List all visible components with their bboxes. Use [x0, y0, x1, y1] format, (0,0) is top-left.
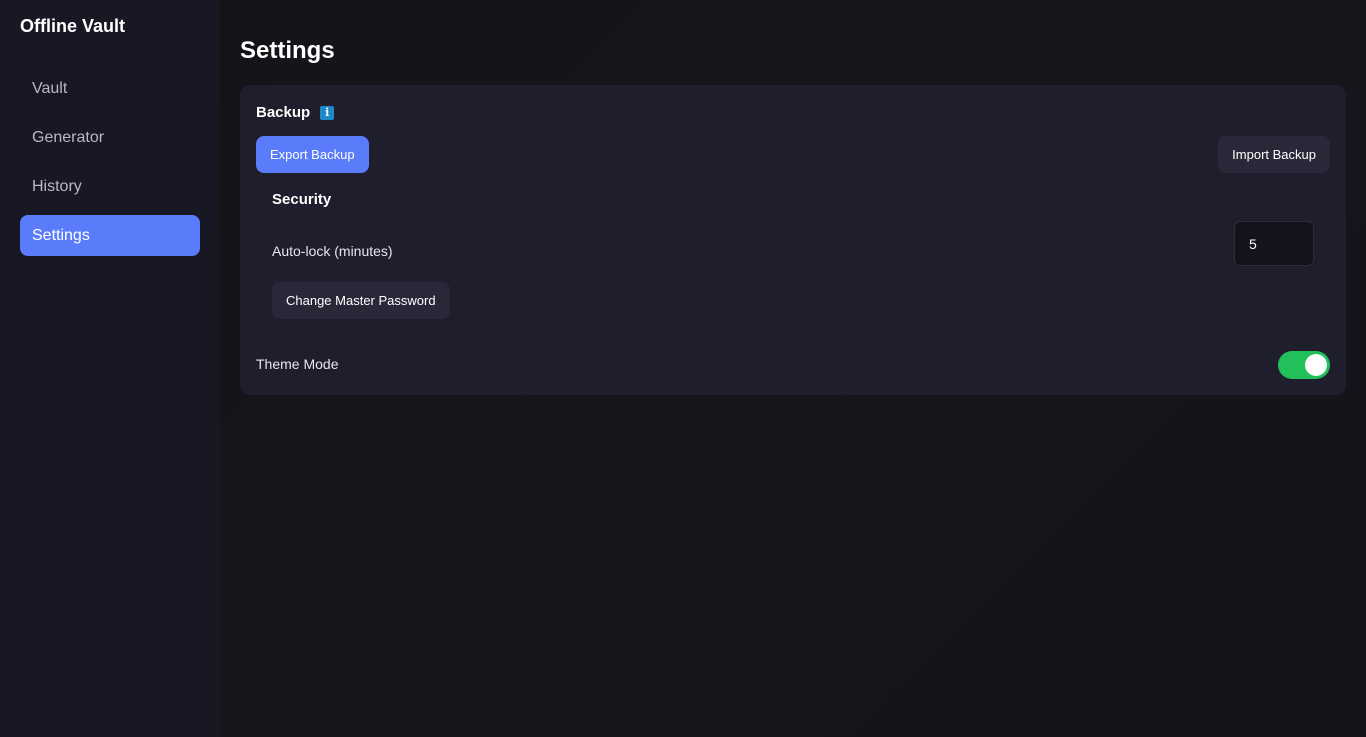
info-icon[interactable]: i	[320, 105, 335, 120]
toggle-knob	[1305, 354, 1327, 376]
sidebar-item-vault[interactable]: Vault	[20, 68, 200, 109]
settings-card: Backup i Export Backup Import Backup Sec…	[240, 85, 1346, 395]
security-title: Security	[272, 191, 332, 208]
autolock-minutes-input[interactable]	[1234, 221, 1314, 266]
theme-mode-toggle[interactable]	[1278, 351, 1330, 379]
change-master-password-button[interactable]: Change Master Password	[272, 282, 450, 319]
theme-mode-label: Theme Mode	[256, 356, 339, 372]
import-backup-button[interactable]: Import Backup	[1218, 136, 1330, 173]
page-title: Settings	[240, 37, 335, 64]
app-window: Offline Vault Vault Generator History Se…	[0, 0, 1366, 737]
sidebar: Offline Vault Vault Generator History Se…	[0, 0, 220, 737]
main-content: Settings Backup i Export Backup Import B…	[220, 0, 1366, 737]
sidebar-item-settings[interactable]: Settings	[20, 215, 200, 256]
sidebar-nav: Vault Generator History Settings	[20, 68, 200, 256]
backup-title: Backup	[256, 104, 311, 121]
backup-header: Backup i	[256, 104, 335, 121]
autolock-label: Auto-lock (minutes)	[272, 243, 393, 259]
app-title: Offline Vault	[20, 16, 126, 36]
export-backup-button[interactable]: Export Backup	[256, 136, 369, 173]
sidebar-item-history[interactable]: History	[20, 166, 200, 207]
sidebar-item-generator[interactable]: Generator	[20, 117, 200, 158]
